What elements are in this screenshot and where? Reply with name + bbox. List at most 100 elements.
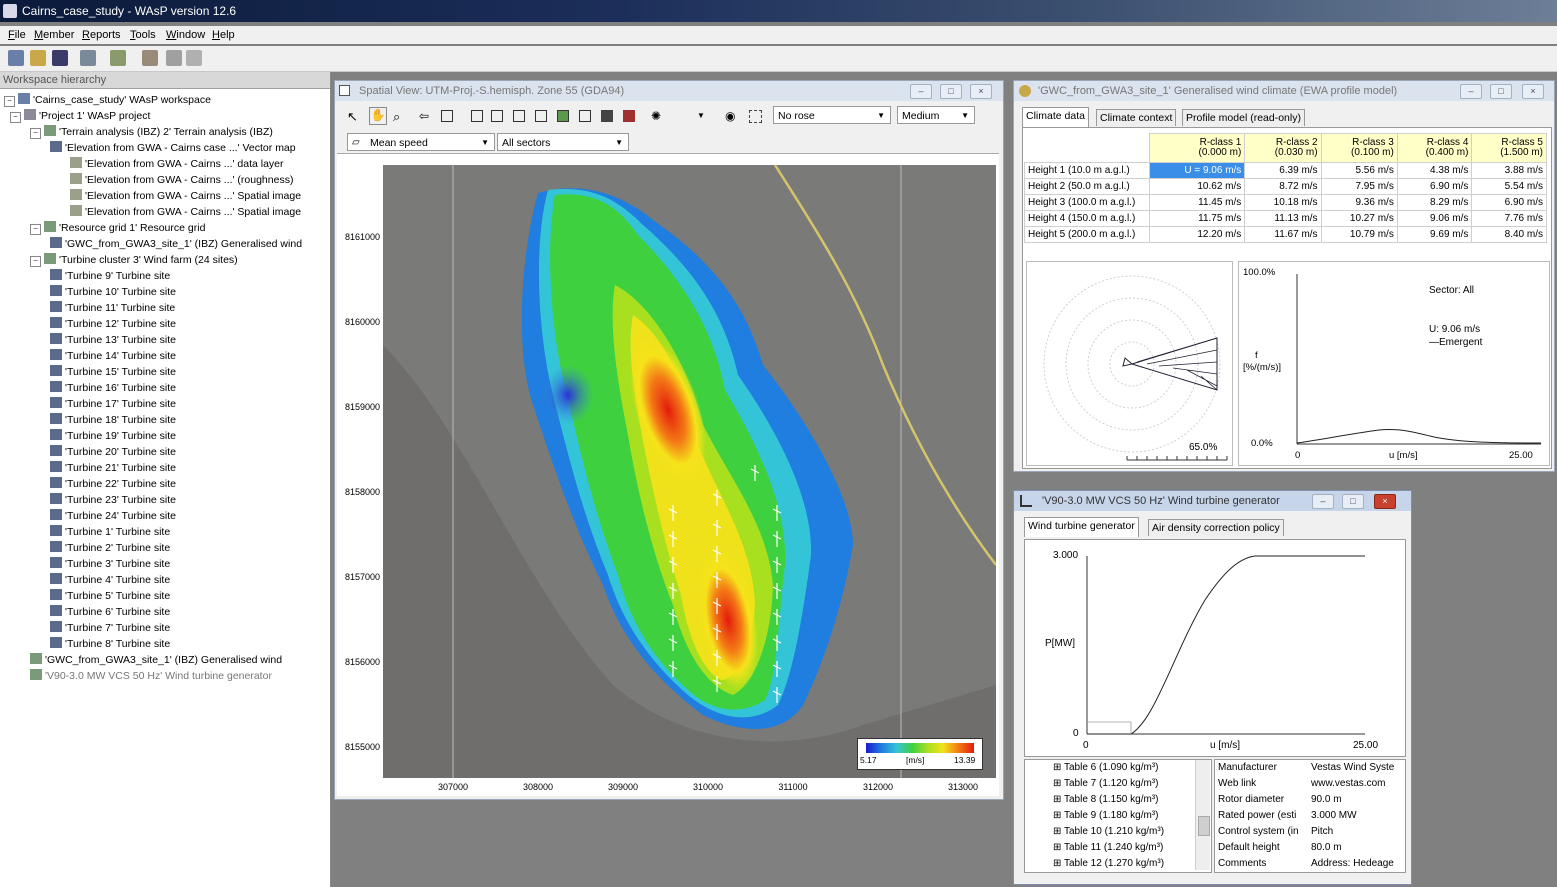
list-item[interactable]: ⊞ Table 7 (1.120 kg/m³)	[1053, 776, 1158, 792]
tree-item[interactable]: 'Turbine 24' Turbine site	[50, 508, 176, 524]
maximize-button[interactable]: □	[940, 84, 962, 99]
menu-window[interactable]: Window	[166, 26, 205, 44]
tree-item[interactable]: 'GWC_from_GWA3_site_1' (IBZ) Generalised…	[50, 236, 302, 252]
tab-climate-context[interactable]: Climate context	[1096, 109, 1177, 126]
tree-item[interactable]: 'Turbine 21' Turbine site	[50, 460, 176, 476]
expand-toggle-icon[interactable]: −	[30, 224, 41, 235]
tree-item[interactable]: 'Turbine 6' Turbine site	[50, 604, 170, 620]
tree-item[interactable]: 'Turbine 14' Turbine site	[50, 348, 176, 364]
list-scrollbar[interactable]	[1195, 760, 1210, 870]
turbine-icon[interactable]	[601, 110, 613, 122]
tree-item[interactable]: 'Turbine 4' Turbine site	[50, 572, 170, 588]
tree-item[interactable]: 'GWC_from_GWA3_site_1' (IBZ) Generalised…	[30, 652, 282, 668]
tree-item[interactable]: 'Turbine 13' Turbine site	[50, 332, 176, 348]
tab-profile-model[interactable]: Profile model (read-only)	[1182, 109, 1305, 126]
close-button[interactable]: ×	[970, 84, 992, 99]
table-cell[interactable]: 10.18 m/s	[1244, 194, 1322, 211]
minimize-button[interactable]: –	[910, 84, 932, 99]
tree-item[interactable]: − 'Resource grid 1' Resource grid	[30, 220, 205, 236]
menu-file[interactable]: File	[8, 26, 26, 44]
tree-item[interactable]: 'Turbine 15' Turbine site	[50, 364, 176, 380]
scrollbar-thumb[interactable]	[1198, 816, 1210, 836]
table-cell[interactable]: 12.20 m/s	[1148, 226, 1246, 243]
table-cell[interactable]: 7.76 m/s	[1471, 210, 1547, 227]
zoom-icon[interactable]: ⌕	[393, 109, 400, 125]
table-cell[interactable]: 7.95 m/s	[1320, 178, 1398, 195]
list-item[interactable]: ⊞ Table 10 (1.210 kg/m³)	[1053, 824, 1164, 840]
table-cell[interactable]: 11.75 m/s	[1148, 210, 1246, 227]
table-cell[interactable]: 8.72 m/s	[1244, 178, 1322, 195]
globe-icon[interactable]: ◉	[725, 109, 735, 123]
tab-wind-turbine-generator[interactable]: Wind turbine generator	[1024, 517, 1139, 537]
table-cell[interactable]: 10.79 m/s	[1320, 226, 1398, 243]
contour-icon[interactable]	[491, 110, 503, 122]
tree-item[interactable]: 'Elevation from GWA - Cairns ...' data l…	[70, 156, 284, 172]
sector-select[interactable]: All sectors ▼	[497, 133, 629, 151]
save-icon[interactable]	[52, 50, 68, 66]
table-cell[interactable]: 11.13 m/s	[1244, 210, 1322, 227]
tree-item[interactable]: − 'Cairns_case_study' WAsP workspace	[4, 92, 211, 108]
site-icon[interactable]	[579, 110, 591, 122]
variable-select[interactable]: ▱ Mean speed ▼	[347, 133, 495, 151]
table-cell[interactable]: 8.40 m/s	[1471, 226, 1547, 243]
table-cell[interactable]: 3.88 m/s	[1471, 162, 1547, 179]
list-item[interactable]: ⊞ Table 11 (1.240 kg/m³)	[1053, 840, 1163, 856]
select-area-icon[interactable]	[749, 110, 762, 123]
layer-icon[interactable]	[471, 110, 483, 122]
tab-air-density-policy[interactable]: Air density correction policy	[1148, 519, 1284, 536]
list-item[interactable]: ⊞ Table 6 (1.090 kg/m³)	[1053, 760, 1158, 776]
tree-item[interactable]: 'Turbine 19' Turbine site	[50, 428, 176, 444]
move-down-icon[interactable]	[186, 50, 202, 66]
table-cell[interactable]: 11.67 m/s	[1244, 226, 1322, 243]
menu-help[interactable]: Help	[212, 26, 235, 44]
pan-icon[interactable]: ✋	[369, 107, 387, 125]
table-cell[interactable]: 6.90 m/s	[1471, 194, 1547, 211]
close-button[interactable]: ×	[1522, 84, 1544, 99]
tree-item[interactable]: 'Turbine 10' Turbine site	[50, 284, 176, 300]
table-cell[interactable]: 9.06 m/s	[1396, 210, 1473, 227]
tree-item[interactable]: 'Turbine 8' Turbine site	[50, 636, 170, 652]
pointer-icon[interactable]: ↖	[347, 109, 358, 125]
table-cell[interactable]: 9.69 m/s	[1396, 226, 1473, 243]
minimize-button[interactable]: –	[1312, 494, 1334, 509]
table-cell[interactable]: 5.56 m/s	[1320, 162, 1398, 179]
tree-item[interactable]: 'Elevation from GWA - Cairns case ...' V…	[50, 140, 296, 156]
tree-item[interactable]: 'Elevation from GWA - Cairns ...' Spatia…	[70, 188, 301, 204]
tree-item[interactable]: 'Turbine 12' Turbine site	[50, 316, 176, 332]
tree-item[interactable]: 'Turbine 18' Turbine site	[50, 412, 176, 428]
table-cell[interactable]: 9.36 m/s	[1320, 194, 1398, 211]
maximize-button[interactable]: □	[1490, 84, 1512, 99]
tree-item[interactable]: − 'Project 1' WAsP project	[10, 108, 150, 124]
table-cell[interactable]: 4.38 m/s	[1396, 162, 1473, 179]
table-cell[interactable]: U = 9.06 m/s	[1148, 162, 1246, 179]
tools-icon[interactable]	[110, 50, 126, 66]
image-icon[interactable]	[535, 110, 547, 122]
expand-toggle-icon[interactable]: −	[10, 112, 21, 123]
maximize-button[interactable]: □	[1342, 494, 1364, 509]
rose-icon[interactable]: ✺	[651, 109, 661, 123]
tree-item[interactable]: 'Turbine 3' Turbine site	[50, 556, 170, 572]
insert-member-icon[interactable]	[80, 50, 96, 66]
tree-item[interactable]: 'Turbine 9' Turbine site	[50, 268, 170, 284]
expand-toggle-icon[interactable]: −	[4, 96, 15, 107]
tree-item[interactable]: 'Turbine 11' Turbine site	[50, 300, 175, 316]
table-cell[interactable]: 5.54 m/s	[1471, 178, 1547, 195]
new-workspace-icon[interactable]	[8, 50, 24, 66]
tree-item[interactable]: 'Elevation from GWA - Cairns ...' (rough…	[70, 172, 293, 188]
table-cell[interactable]: 8.29 m/s	[1396, 194, 1473, 211]
table-cell[interactable]: 6.39 m/s	[1244, 162, 1322, 179]
table-cell[interactable]: 10.62 m/s	[1148, 178, 1246, 195]
list-item[interactable]: ⊞ Table 12 (1.270 kg/m³)	[1053, 856, 1164, 872]
rose-select[interactable]: No rose ▼	[773, 106, 891, 124]
grid-icon[interactable]	[557, 110, 569, 122]
tree-item[interactable]: 'Turbine 5' Turbine site	[50, 588, 170, 604]
rose-dropdown-arrow-icon[interactable]: ▼	[697, 111, 705, 120]
close-button[interactable]: ×	[1374, 494, 1396, 509]
expand-toggle-icon[interactable]: −	[30, 128, 41, 139]
tree-item[interactable]: 'Turbine 1' Turbine site	[50, 524, 170, 540]
minimize-button[interactable]: –	[1460, 84, 1482, 99]
calculate-icon[interactable]	[142, 50, 158, 66]
tab-climate-data[interactable]: Climate data	[1022, 107, 1089, 127]
tree-item[interactable]: 'V90-3.0 MW VCS 50 Hz' Wind turbine gene…	[30, 668, 272, 684]
tree-item[interactable]: 'Turbine 7' Turbine site	[50, 620, 170, 636]
